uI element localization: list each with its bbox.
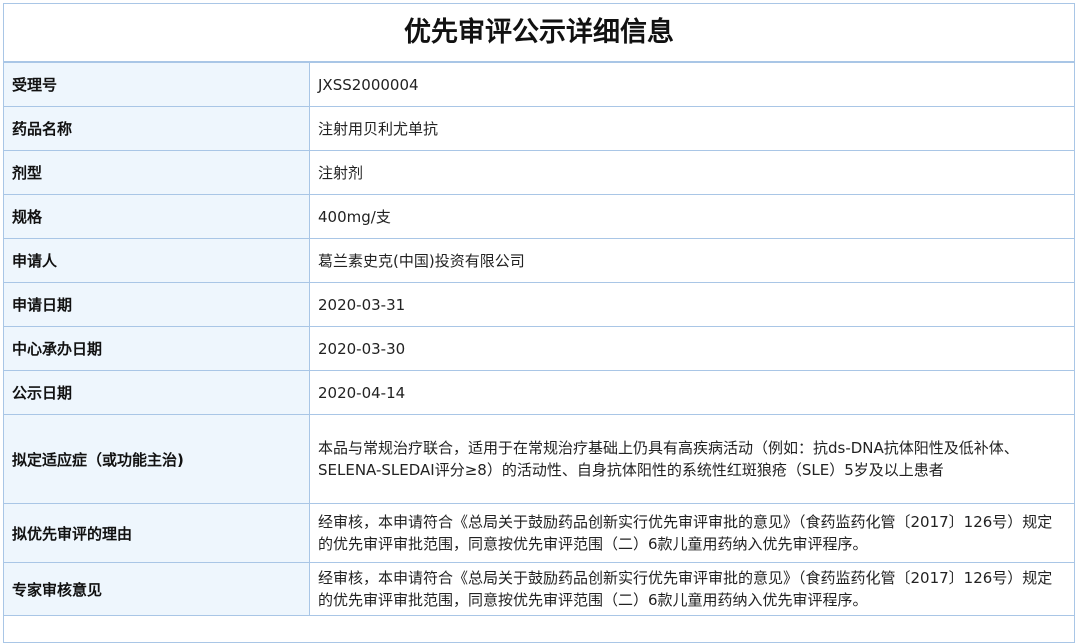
table-row-center-date: 中心承办日期 2020-03-30 xyxy=(3,326,1075,371)
field-value: 2020-03-31 xyxy=(309,282,1075,327)
field-label: 拟优先审评的理由 xyxy=(3,503,310,563)
field-label: 药品名称 xyxy=(3,106,310,151)
table-row-applicant: 申请人 葛兰素史克(中国)投资有限公司 xyxy=(3,238,1075,283)
table-row-drug-name: 药品名称 注射用贝利尤单抗 xyxy=(3,106,1075,151)
field-value: 400mg/支 xyxy=(309,194,1075,239)
field-value: 本品与常规治疗联合，适用于在常规治疗基础上仍具有高疾病活动（例如：抗ds-DNA… xyxy=(309,414,1075,504)
field-label: 中心承办日期 xyxy=(3,326,310,371)
table-row-dosage-form: 剂型 注射剂 xyxy=(3,150,1075,195)
table-row-publication-date: 公示日期 2020-04-14 xyxy=(3,370,1075,415)
table-row-acceptance-number: 受理号 JXSS2000004 xyxy=(3,62,1075,107)
field-value: 2020-04-14 xyxy=(309,370,1075,415)
table-row-application-date: 申请日期 2020-03-31 xyxy=(3,282,1075,327)
table-row-specification: 规格 400mg/支 xyxy=(3,194,1075,239)
field-value: 经审核，本申请符合《总局关于鼓励药品创新实行优先审评审批的意见》（食药监药化管〔… xyxy=(309,503,1075,563)
field-label: 申请人 xyxy=(3,238,310,283)
details-panel: 优先审评公示详细信息 受理号 JXSS2000004 药品名称 注射用贝利尤单抗… xyxy=(3,3,1075,643)
field-label: 剂型 xyxy=(3,150,310,195)
table-row-expert-opinion: 专家审核意见 经审核，本申请符合《总局关于鼓励药品创新实行优先审评审批的意见》（… xyxy=(3,562,1075,616)
details-table: 受理号 JXSS2000004 药品名称 注射用贝利尤单抗 剂型 注射剂 规格 … xyxy=(3,62,1075,616)
field-value: 注射用贝利尤单抗 xyxy=(309,106,1075,151)
field-value: 2020-03-30 xyxy=(309,326,1075,371)
field-label: 申请日期 xyxy=(3,282,310,327)
field-label: 规格 xyxy=(3,194,310,239)
page-title: 优先审评公示详细信息 xyxy=(4,4,1074,62)
field-value: JXSS2000004 xyxy=(309,62,1075,107)
field-value: 葛兰素史克(中国)投资有限公司 xyxy=(309,238,1075,283)
field-label: 公示日期 xyxy=(3,370,310,415)
field-label: 受理号 xyxy=(3,62,310,107)
field-value: 经审核，本申请符合《总局关于鼓励药品创新实行优先审评审批的意见》（食药监药化管〔… xyxy=(309,562,1075,616)
table-row-indication: 拟定适应症（或功能主治) 本品与常规治疗联合，适用于在常规治疗基础上仍具有高疾病… xyxy=(3,414,1075,504)
table-row-priority-reason: 拟优先审评的理由 经审核，本申请符合《总局关于鼓励药品创新实行优先审评审批的意见… xyxy=(3,503,1075,563)
field-value: 注射剂 xyxy=(309,150,1075,195)
field-label: 专家审核意见 xyxy=(3,562,310,616)
field-label: 拟定适应症（或功能主治) xyxy=(3,414,310,504)
